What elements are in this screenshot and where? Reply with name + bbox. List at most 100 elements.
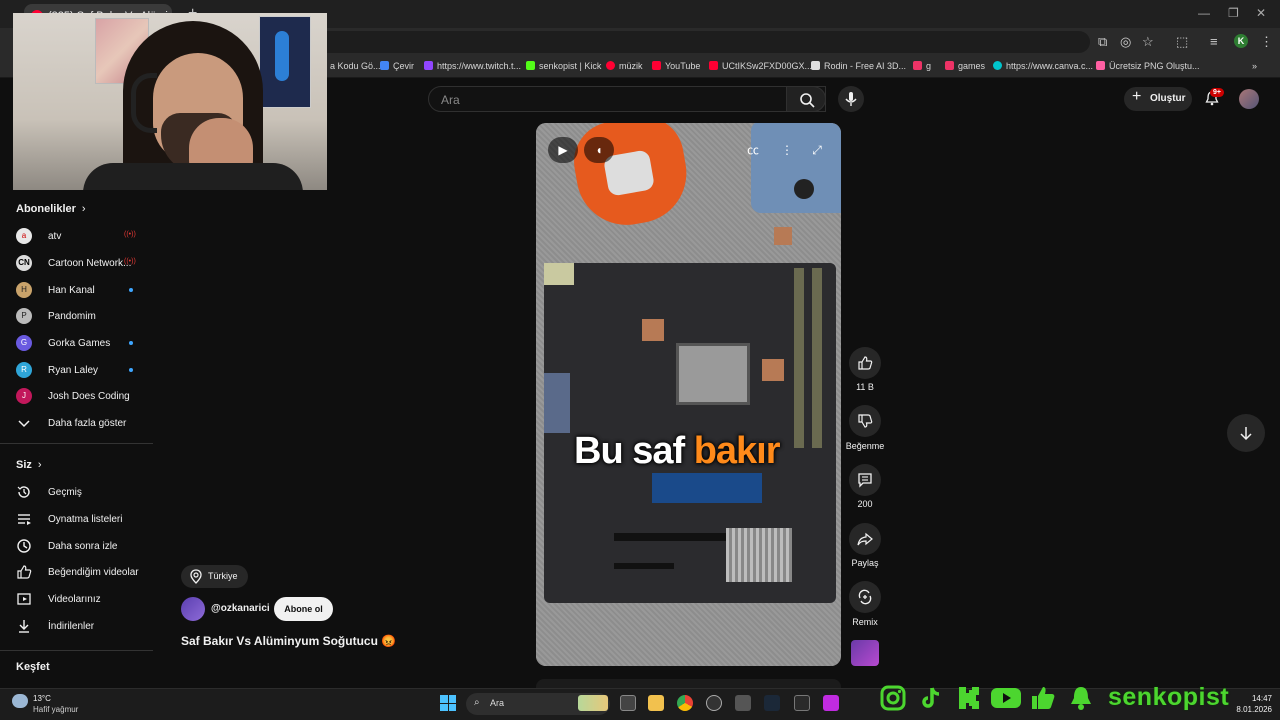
explore-title: Keşfet — [16, 661, 50, 673]
bookmark[interactable]: Ücretsiz PNG Oluştu... — [1096, 61, 1200, 71]
sidebar-divider — [0, 650, 153, 651]
bookmark[interactable]: UCtIKSw2FXD00GX... — [709, 61, 812, 71]
instagram-icon — [880, 685, 906, 711]
webcam-overlay — [13, 13, 327, 190]
voice-search-button[interactable] — [838, 86, 864, 112]
twitch-app-icon[interactable] — [823, 695, 839, 711]
sidebar-item-liked-videos[interactable]: Beğendiğim videolar — [16, 564, 152, 584]
media-control-icon[interactable]: ≡ — [1210, 34, 1218, 49]
sidebar-item-label: Ryan Laley — [48, 365, 99, 376]
windows-start-icon[interactable] — [440, 695, 456, 711]
playlist-icon — [18, 514, 31, 525]
bookmark[interactable]: YouTube — [652, 61, 700, 71]
search-highlight-icon[interactable] — [578, 695, 608, 711]
bookmark[interactable]: senkopist | Kick — [526, 61, 601, 71]
bookmark[interactable]: a Kodu Gö... — [330, 61, 381, 71]
fullscreen-icon[interactable]: ⤢ — [802, 137, 832, 163]
you-section-title[interactable]: Siz › — [16, 459, 42, 471]
browser-menu-icon[interactable]: ⋮ — [1260, 34, 1273, 50]
store-icon[interactable] — [735, 695, 751, 711]
channel-avatar: G — [16, 335, 32, 351]
copper-pad — [642, 319, 664, 341]
sidebar-item-ryan-laley[interactable]: R Ryan Laley — [16, 362, 152, 382]
share-button[interactable] — [849, 523, 881, 555]
channel-avatar: J — [16, 388, 32, 404]
star-bookmark-icon[interactable]: ☆ — [1142, 34, 1154, 50]
sidebar-item-your-videos[interactable]: Videolarınız — [16, 591, 152, 611]
location-chip[interactable]: Türkiye — [181, 565, 248, 588]
dislike-button[interactable] — [849, 405, 881, 437]
weather-description: Hafif yağmur — [33, 705, 79, 714]
search-placeholder: Ara — [441, 93, 460, 107]
browser-profile-avatar[interactable]: K — [1234, 34, 1248, 48]
bell-icon — [1071, 687, 1091, 710]
share-label: Paylaş — [851, 558, 879, 568]
steam-icon[interactable] — [764, 695, 780, 711]
notification-badge: 9+ — [1210, 88, 1224, 97]
install-app-icon[interactable]: ⧉ — [1098, 34, 1107, 50]
youtube-icon — [991, 688, 1021, 708]
more-options-icon[interactable]: ⋮ — [772, 137, 802, 163]
channel-avatar[interactable] — [181, 597, 205, 621]
sidebar-item-label: Josh Does Coding — [48, 391, 130, 402]
search-input[interactable]: Ara — [428, 86, 826, 112]
bookmark[interactable]: https://www.twitch.t... — [424, 61, 521, 71]
task-view-icon[interactable] — [620, 695, 636, 711]
new-content-dot — [129, 341, 133, 345]
search-button[interactable] — [786, 86, 826, 112]
like-button[interactable] — [849, 347, 881, 379]
sidebar-item-label: Cartoon Network... — [48, 258, 132, 269]
weather-cloud-icon[interactable] — [12, 694, 28, 708]
remix-button[interactable] — [849, 581, 881, 613]
short-video-player[interactable]: Bu saf bakır ▶ ◖ ㏄ ⋮ ⤢ — [536, 123, 841, 666]
channel-avatar: a — [16, 228, 32, 244]
obs-icon[interactable] — [706, 695, 722, 711]
sidebar-item-han-kanal[interactable]: H Han Kanal — [16, 282, 152, 302]
aluminium-heatsink — [726, 528, 792, 582]
epic-games-icon[interactable] — [794, 695, 810, 711]
channel-avatar: H — [16, 282, 32, 298]
close-window-icon[interactable]: ✕ — [1256, 6, 1266, 20]
channel-handle[interactable]: @ozkanarici — [211, 603, 270, 614]
sidebar-item-playlists[interactable]: Oynatma listeleri — [16, 511, 152, 531]
taskbar-clock[interactable]: 14:47 8.01.2026 — [1228, 693, 1272, 715]
sound-thumbnail[interactable] — [851, 640, 879, 666]
chrome-icon[interactable] — [677, 695, 693, 711]
sidebar-item-label: İndirilenler — [48, 621, 95, 632]
create-button[interactable]: + Oluştur — [1124, 87, 1192, 111]
play-button[interactable]: ▶ — [548, 137, 578, 163]
sidebar-item-downloads[interactable]: İndirilenler — [16, 618, 152, 638]
sidebar-item-josh-does-coding[interactable]: J Josh Does Coding — [16, 388, 152, 408]
subscriptions-title[interactable]: Abonelikler › — [16, 203, 86, 215]
show-more-button[interactable]: Daha fazla göster — [16, 415, 152, 435]
sidebar-item-pandomim[interactable]: P Pandomim — [16, 308, 152, 328]
sidebar-item-cartoon-network[interactable]: CN Cartoon Network... ((•)) — [16, 255, 152, 275]
subscribe-button[interactable]: Abone ol — [274, 597, 333, 621]
comments-button[interactable] — [849, 464, 881, 496]
bookmarks-overflow-icon[interactable]: » — [1252, 61, 1257, 71]
next-video-button[interactable] — [1227, 414, 1265, 452]
captions-button[interactable]: ㏄ — [738, 137, 768, 163]
bookmark[interactable]: https://www.canva.c... — [993, 61, 1093, 71]
file-explorer-icon[interactable] — [648, 695, 664, 711]
bookmark[interactable]: g — [913, 61, 931, 71]
bookmark[interactable]: games — [945, 61, 985, 71]
bookmark[interactable]: müzik — [606, 61, 643, 71]
sidebar-item-history[interactable]: Geçmiş — [16, 484, 152, 504]
sidebar-item-label: Beğendiğim videolar — [48, 567, 139, 578]
account-avatar[interactable] — [1239, 89, 1259, 109]
sidebar-item-label: Pandomim — [48, 311, 96, 322]
mute-button[interactable]: ◖ — [584, 137, 614, 163]
eye-off-icon[interactable]: ◎ — [1120, 34, 1131, 50]
extensions-icon[interactable]: ⬚ — [1176, 34, 1188, 50]
minimize-icon[interactable]: — — [1198, 6, 1210, 20]
maximize-icon[interactable]: ❐ — [1228, 6, 1239, 20]
sidebar-item-gorka-games[interactable]: G Gorka Games — [16, 335, 152, 355]
sidebar-item-watch-later[interactable]: Daha sonra izle — [16, 538, 152, 558]
sidebar-item-atv[interactable]: a atv ((•)) — [16, 228, 152, 248]
bookmark[interactable]: Rodin - Free AI 3D... — [811, 61, 906, 71]
like-count: 11 B — [856, 382, 874, 392]
bookmark[interactable]: Çevir — [380, 61, 414, 71]
search-icon: ⌕ — [474, 697, 480, 708]
thumbs-up-icon — [17, 565, 32, 579]
